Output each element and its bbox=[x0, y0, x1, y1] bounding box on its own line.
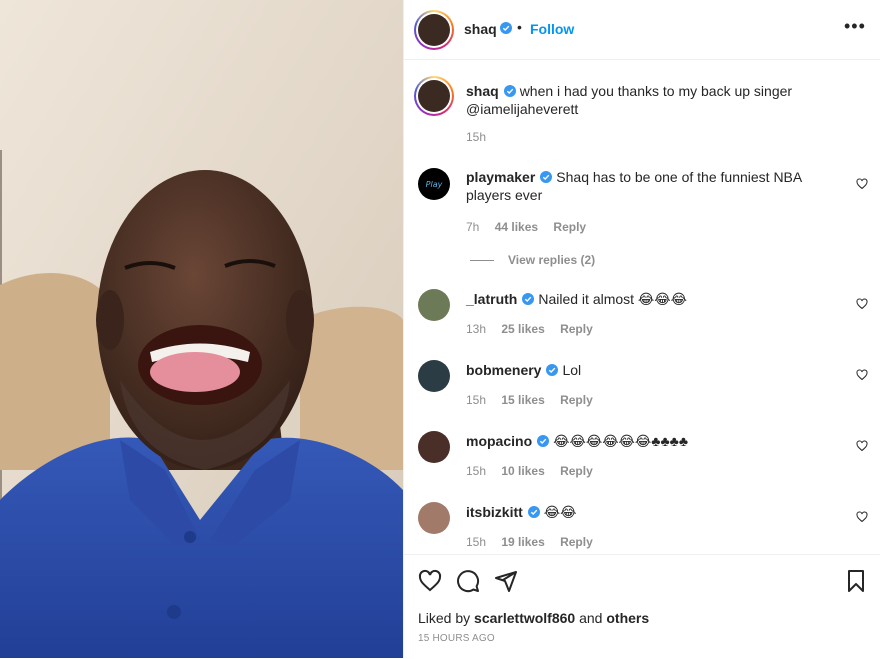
comment-time: 7h bbox=[466, 220, 480, 234]
like-comment-heart-icon[interactable] bbox=[856, 178, 868, 190]
reply-button[interactable]: Reply bbox=[553, 220, 586, 234]
post-panel: shaq • Follow ••• shaq when i had you tha… bbox=[404, 0, 880, 658]
comment-username[interactable]: playmaker bbox=[466, 169, 535, 185]
reply-button[interactable]: Reply bbox=[560, 393, 593, 407]
verified-badge-icon bbox=[500, 22, 512, 34]
post-timestamp[interactable]: 15 HOURS AGO bbox=[418, 633, 495, 644]
replies-line bbox=[470, 260, 494, 262]
comments-list[interactable]: shaq when i had you thanks to my back up … bbox=[404, 60, 880, 554]
comment-likes[interactable]: 19 likes bbox=[501, 535, 544, 549]
liked-by-prefix: Liked by bbox=[418, 610, 471, 626]
comment-avatar[interactable] bbox=[418, 502, 450, 534]
author-username[interactable]: shaq bbox=[464, 21, 497, 37]
comment-text: Nailed it almost 😂😂😂 bbox=[538, 291, 688, 307]
caption-time: 15h bbox=[466, 130, 487, 144]
caption-avatar[interactable] bbox=[414, 76, 454, 116]
verified-badge-icon bbox=[503, 85, 516, 97]
like-comment-heart-icon[interactable] bbox=[856, 440, 868, 452]
liked-by-others[interactable]: others bbox=[606, 610, 649, 626]
verified-badge-icon bbox=[522, 293, 535, 305]
like-comment-heart-icon[interactable] bbox=[856, 369, 868, 381]
like-comment-heart-icon[interactable] bbox=[856, 298, 868, 310]
comment-time: 13h bbox=[466, 322, 487, 336]
comment-avatar[interactable]: Play bbox=[418, 168, 450, 200]
comment-text: 😂😂 bbox=[543, 504, 577, 520]
bookmark-icon[interactable] bbox=[844, 569, 868, 593]
comment-time: 15h bbox=[466, 535, 487, 549]
verified-badge-icon bbox=[527, 506, 540, 518]
liked-by-user[interactable]: scarlettwolf860 bbox=[474, 610, 575, 626]
separator-dot: • bbox=[517, 19, 522, 35]
comment-time: 15h bbox=[466, 464, 487, 478]
like-comment-heart-icon[interactable] bbox=[856, 511, 868, 523]
follow-button[interactable]: Follow bbox=[530, 21, 574, 37]
comment-avatar[interactable] bbox=[418, 289, 450, 321]
verified-badge-icon bbox=[537, 435, 550, 447]
comment-likes[interactable]: 15 likes bbox=[501, 393, 544, 407]
caption-username[interactable]: shaq bbox=[466, 83, 499, 99]
comment-likes[interactable]: 10 likes bbox=[501, 464, 544, 478]
comment-username[interactable]: mopacino bbox=[466, 433, 532, 449]
view-replies-label: View replies (2) bbox=[508, 253, 596, 267]
comment-avatar[interactable] bbox=[418, 360, 450, 392]
comment-username[interactable]: itsbizkitt bbox=[466, 504, 523, 520]
comment-avatar[interactable] bbox=[418, 431, 450, 463]
verified-badge-icon bbox=[540, 171, 553, 183]
comment-time: 15h bbox=[466, 393, 487, 407]
liked-by-and: and bbox=[579, 610, 603, 626]
verified-badge-icon bbox=[546, 364, 559, 376]
share-icon[interactable] bbox=[494, 569, 518, 593]
comment-username[interactable]: _latruth bbox=[466, 291, 517, 307]
reply-button[interactable]: Reply bbox=[560, 322, 593, 336]
video-frame bbox=[0, 0, 403, 658]
author-avatar[interactable] bbox=[414, 10, 454, 50]
playmaker-logo-icon: Play bbox=[426, 180, 443, 189]
post-actions: Liked by scarlettwolf860 and others 15 H… bbox=[404, 554, 880, 659]
svg-text:Play: Play bbox=[426, 180, 443, 189]
reply-button[interactable]: Reply bbox=[560, 535, 593, 549]
post-header: shaq • Follow ••• bbox=[404, 0, 880, 60]
post-media[interactable] bbox=[0, 0, 403, 658]
comment-text: 😂😂😂😂😂😂♣♣♣♣ bbox=[553, 433, 689, 449]
comment-text: Lol bbox=[562, 362, 582, 378]
comment-likes[interactable]: 25 likes bbox=[501, 322, 544, 336]
reply-button[interactable]: Reply bbox=[560, 464, 593, 478]
heart-icon[interactable] bbox=[418, 569, 442, 593]
view-replies-button[interactable]: View replies (2) bbox=[470, 253, 595, 267]
more-options-icon[interactable]: ••• bbox=[844, 16, 866, 37]
comment-username[interactable]: bobmenery bbox=[466, 362, 541, 378]
liked-by: Liked by scarlettwolf860 and others bbox=[418, 610, 649, 626]
comment-icon[interactable] bbox=[456, 569, 480, 593]
comment-likes[interactable]: 44 likes bbox=[495, 220, 538, 234]
